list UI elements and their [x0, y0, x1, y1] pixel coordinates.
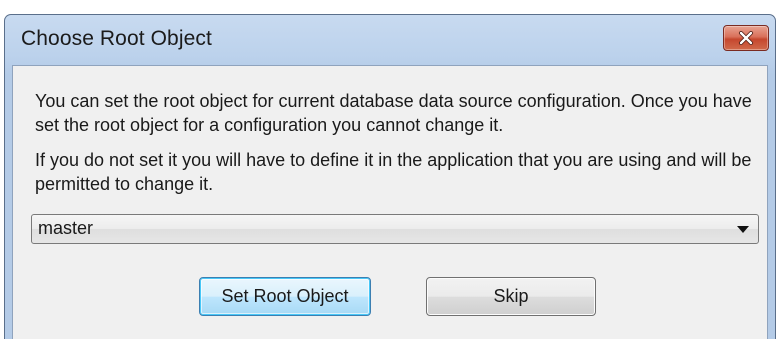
root-object-selected-value: master — [38, 218, 94, 238]
close-icon — [739, 31, 753, 45]
info-message-root-object: You can set the root object for current … — [35, 91, 752, 135]
title-bar[interactable]: Choose Root Object — [5, 15, 775, 65]
set-root-object-button[interactable]: Set Root Object — [199, 277, 371, 316]
choose-root-object-dialog: Choose Root Object You can set the root … — [4, 14, 776, 339]
dialog-title: Choose Root Object — [21, 27, 212, 50]
root-object-dropdown[interactable]: master — [31, 214, 759, 244]
skip-button[interactable]: Skip — [426, 277, 596, 316]
close-button[interactable] — [723, 25, 769, 51]
chevron-down-icon[interactable] — [737, 226, 749, 233]
dialog-content: You can set the root object for current … — [12, 65, 768, 339]
info-message-not-set: If you do not set it you will have to de… — [35, 150, 752, 194]
